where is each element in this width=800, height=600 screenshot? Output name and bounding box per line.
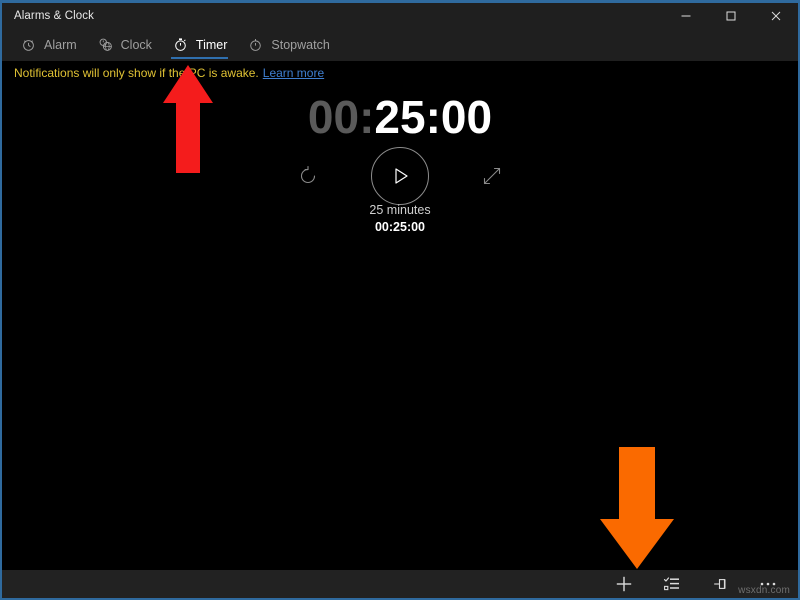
play-icon[interactable] xyxy=(371,147,429,205)
timer-labels: 25 minutes 00:25:00 xyxy=(2,202,798,235)
reset-icon[interactable] xyxy=(291,159,325,193)
close-button[interactable] xyxy=(753,3,798,28)
plus-icon xyxy=(615,575,633,593)
edit-list-icon xyxy=(663,575,681,593)
timer-display: 00:25:00 xyxy=(2,94,798,140)
tab-timer[interactable]: Timer xyxy=(162,28,237,61)
timer-duration-label: 00:25:00 xyxy=(374,220,426,234)
stopwatch-icon xyxy=(247,36,264,53)
tab-stopwatch[interactable]: Stopwatch xyxy=(237,28,339,61)
tab-alarm[interactable]: Alarm xyxy=(10,28,87,61)
maximize-button[interactable] xyxy=(708,3,753,28)
notification-bar: Notifications will only show if the PC i… xyxy=(2,61,798,85)
timer-transport-controls xyxy=(2,145,798,207)
window-title: Alarms & Clock xyxy=(14,9,94,22)
arrow-up-annotation xyxy=(163,65,213,173)
timer-display-hours: 00: xyxy=(307,91,375,143)
tab-alarm-label: Alarm xyxy=(44,37,77,52)
pin-icon xyxy=(711,575,729,593)
timer-name-label: 25 minutes xyxy=(369,203,431,217)
world-clock-icon xyxy=(97,36,114,53)
alarms-and-clock-window: Alarms & Clock Alarm Clock Timer Stopwat… xyxy=(0,0,800,600)
timer-display-minutes-seconds: 25:00 xyxy=(374,91,493,143)
add-timer-button[interactable] xyxy=(600,570,648,598)
expand-icon[interactable] xyxy=(475,159,509,193)
watermark: wsxdn.com xyxy=(738,585,790,596)
arrow-down-annotation xyxy=(600,447,674,569)
pin-button[interactable] xyxy=(696,570,744,598)
tab-stopwatch-label: Stopwatch xyxy=(271,37,330,52)
tab-timer-underline xyxy=(170,57,229,59)
tab-clock[interactable]: Clock xyxy=(87,28,162,61)
tab-clock-label: Clock xyxy=(120,37,152,52)
command-bar xyxy=(2,570,798,598)
learn-more-link[interactable]: Learn more xyxy=(263,66,324,80)
tab-timer-label: Timer xyxy=(195,37,228,52)
select-timers-button[interactable] xyxy=(648,570,696,598)
minimize-button[interactable] xyxy=(663,3,708,28)
window-controls xyxy=(663,3,798,28)
alarm-clock-icon xyxy=(20,36,37,53)
title-bar: Alarms & Clock xyxy=(2,3,798,28)
timer-content-area: 00:25:00 25 minutes 00:25:00 xyxy=(2,85,798,571)
tab-strip: Alarm Clock Timer Stopwatch xyxy=(2,28,798,61)
notification-text: Notifications will only show if the PC i… xyxy=(14,66,259,80)
timer-icon xyxy=(172,36,189,53)
